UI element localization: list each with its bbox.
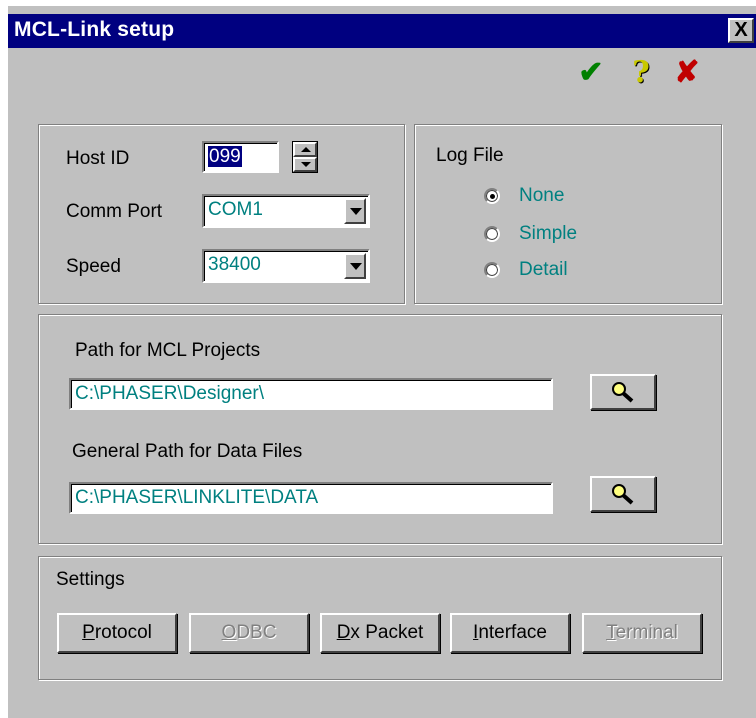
spin-up-button[interactable] [293,142,317,157]
log-simple-label[interactable]: Simple [519,223,577,245]
data-path-label: General Path for Data Files [72,441,303,462]
terminal-button[interactable]: Terminal [582,613,702,653]
interface-rest: nterface [478,622,547,643]
browse-data-button[interactable] [590,476,656,512]
log-none-label[interactable]: None [519,185,564,207]
terminal-rest: erminal [615,622,678,643]
interface-button[interactable]: Interface [450,613,570,653]
question-icon[interactable]: ? [624,56,658,90]
speed-select[interactable]: 38400 [202,249,370,283]
log-file-title: Log File [436,145,504,166]
checkmark-icon[interactable]: ✔ [574,56,608,90]
odbc-button[interactable]: ODBC [189,613,309,653]
log-none-radio[interactable] [484,188,500,204]
chevron-down-icon[interactable] [344,198,366,224]
protocol-button[interactable]: Protocol [57,613,177,653]
dx-packet-button[interactable]: Dx Packet [320,613,440,653]
speed-value: 38400 [208,254,261,275]
data-path-value: C:\PHASER\LINKLITE\DATA [75,487,319,508]
host-id-input[interactable]: 099 [202,141,279,173]
odbc-key: O [221,622,237,643]
odbc-rest: DBC [236,622,277,643]
data-path-input[interactable]: C:\PHASER\LINKLITE\DATA [69,482,553,514]
host-id-label: Host ID [66,148,130,169]
projects-path-label: Path for MCL Projects [75,340,261,361]
comm-port-label: Comm Port [66,201,163,222]
log-simple-radio[interactable] [484,226,500,242]
projects-path-input[interactable]: C:\PHASER\Designer\ [69,378,553,410]
comm-port-value: COM1 [208,199,263,220]
log-detail-label[interactable]: Detail [519,259,568,281]
dx-packet-rest: x Packet [350,622,424,643]
browse-projects-button[interactable] [590,374,656,410]
close-button[interactable]: X [728,18,754,43]
protocol-key: P [82,622,95,643]
magnifier-icon [612,382,634,403]
protocol-rest: rotocol [94,622,152,643]
chevron-down-icon[interactable] [344,253,366,279]
spin-down-button[interactable] [293,157,317,172]
projects-path-value: C:\PHASER\Designer\ [75,383,265,404]
settings-title: Settings [56,569,125,590]
comm-port-select[interactable]: COM1 [202,194,370,228]
window-title: MCL-Link setup [14,18,175,41]
speed-label: Speed [66,256,121,277]
host-id-spinner[interactable] [292,141,318,173]
title-bar[interactable]: MCL-Link setup X [8,14,756,48]
x-icon[interactable]: ✘ [670,56,704,90]
host-id-value: 099 [208,146,242,167]
magnifier-icon [612,484,634,505]
dx-packet-key: D [336,622,351,643]
log-detail-radio[interactable] [484,262,500,278]
terminal-key: T [606,622,616,643]
